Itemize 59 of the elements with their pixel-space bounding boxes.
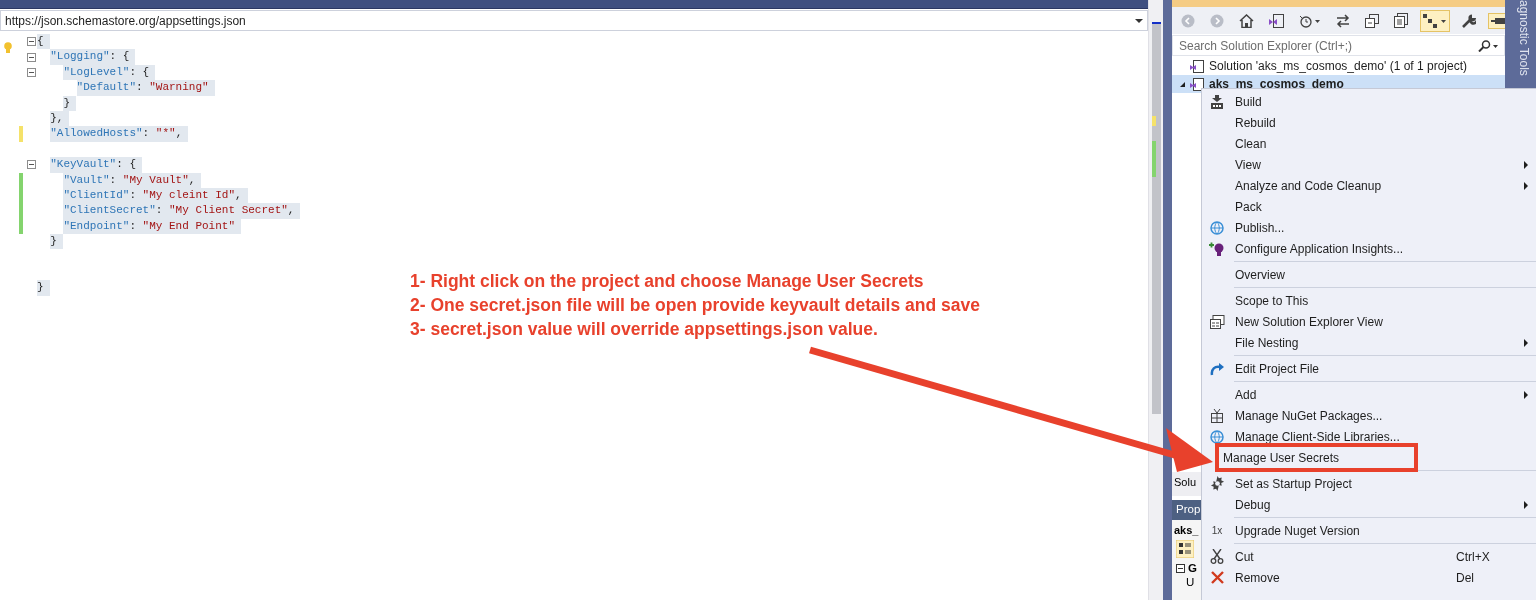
scroll-bar[interactable]: [1148, 0, 1163, 600]
category-label: G: [1188, 562, 1197, 574]
cross-icon: [1210, 571, 1224, 584]
panel-tab[interactable]: Solu: [1174, 476, 1197, 488]
menu-item[interactable]: Edit Project File: [1202, 358, 1536, 379]
collapse-icon[interactable]: [1176, 563, 1185, 573]
pages-icon[interactable]: [1394, 13, 1408, 28]
menu-item[interactable]: Add: [1202, 384, 1536, 405]
menu-item[interactable]: Overview: [1202, 264, 1536, 285]
menu-item[interactable]: Debug: [1202, 494, 1536, 515]
side-tab[interactable]: agnostic Tools: [1510, 0, 1531, 76]
menu-item[interactable]: Configure Application Insights...: [1202, 238, 1536, 259]
annotation-text: 1- Right click on the project and choose Manage User Secrets 2- One secret.json file will be open provide keyvault details and save 3- secret.json value will override appsettings.json value.: [410, 270, 980, 341]
collapse-icon[interactable]: [27, 160, 36, 170]
badge-label: 1x: [1211, 525, 1223, 536]
windows-icon: [1209, 314, 1225, 329]
tree-item[interactable]: Solution 'aks_ms_cosmos_demo' (1 of 1 project): [1172, 57, 1505, 75]
menu-item[interactable]: 1x Upgrade Nuget Version: [1202, 520, 1536, 541]
menu-item[interactable]: Manage User Secrets: [1215, 443, 1418, 472]
menu-item[interactable]: File Nesting: [1202, 332, 1536, 353]
globe-icon: [1210, 220, 1224, 235]
tree-icon[interactable]: [1423, 13, 1447, 28]
menu-item[interactable]: Analyze and Code Cleanup: [1202, 175, 1536, 196]
object-name: aks_: [1174, 524, 1199, 536]
menu-item[interactable]: New Solution Explorer View: [1202, 311, 1536, 332]
wrench-icon[interactable]: [1462, 13, 1476, 28]
search-icon[interactable]: [1478, 39, 1498, 52]
search-field[interactable]: Search Solution Explorer (Ctrl+;): [1172, 35, 1505, 56]
panel-title: Prop: [1176, 503, 1201, 515]
gear-icon: [1209, 476, 1225, 491]
menu-item[interactable]: Manage NuGet Packages...: [1202, 405, 1536, 426]
menu-item[interactable]: Clean: [1202, 133, 1536, 154]
collapse-icon[interactable]: [1365, 13, 1379, 28]
clock-icon[interactable]: [1299, 13, 1321, 28]
menu-item[interactable]: Remove Del: [1202, 567, 1536, 588]
navigation-bar[interactable]: https://json.schemastore.org/appsettings.json: [0, 10, 1148, 31]
menu-item[interactable]: View: [1202, 154, 1536, 175]
menu-item[interactable]: Cut Ctrl+X: [1202, 546, 1536, 567]
navigation-path: https://json.schemastore.org/appsettings.json: [5, 13, 246, 28]
sync-icon[interactable]: [1336, 13, 1350, 28]
menu-item[interactable]: Publish...: [1202, 217, 1536, 238]
solution-icon[interactable]: [1269, 13, 1284, 28]
menu-item[interactable]: Scope to This: [1202, 290, 1536, 311]
package-icon: [1210, 408, 1224, 423]
lightbulb-icon: [1209, 240, 1225, 257]
dropdown-caret-icon[interactable]: [1135, 18, 1143, 23]
curved-arrow-icon: [1209, 361, 1225, 376]
box-arrow-icon: [1210, 94, 1224, 109]
globe-icon: [1210, 429, 1224, 444]
grid-icon[interactable]: [1176, 540, 1194, 558]
home-icon[interactable]: [1239, 13, 1254, 28]
menu-item[interactable]: Rebuild: [1202, 112, 1536, 133]
project-icon: [1190, 77, 1204, 91]
menu-item[interactable]: Pack: [1202, 196, 1536, 217]
solution-icon: [1190, 59, 1204, 73]
menu-item[interactable]: Set as Startup Project: [1202, 473, 1536, 494]
menu-item[interactable]: Build: [1202, 91, 1536, 112]
property-name: U: [1186, 576, 1195, 588]
scissors-icon: [1210, 549, 1224, 564]
